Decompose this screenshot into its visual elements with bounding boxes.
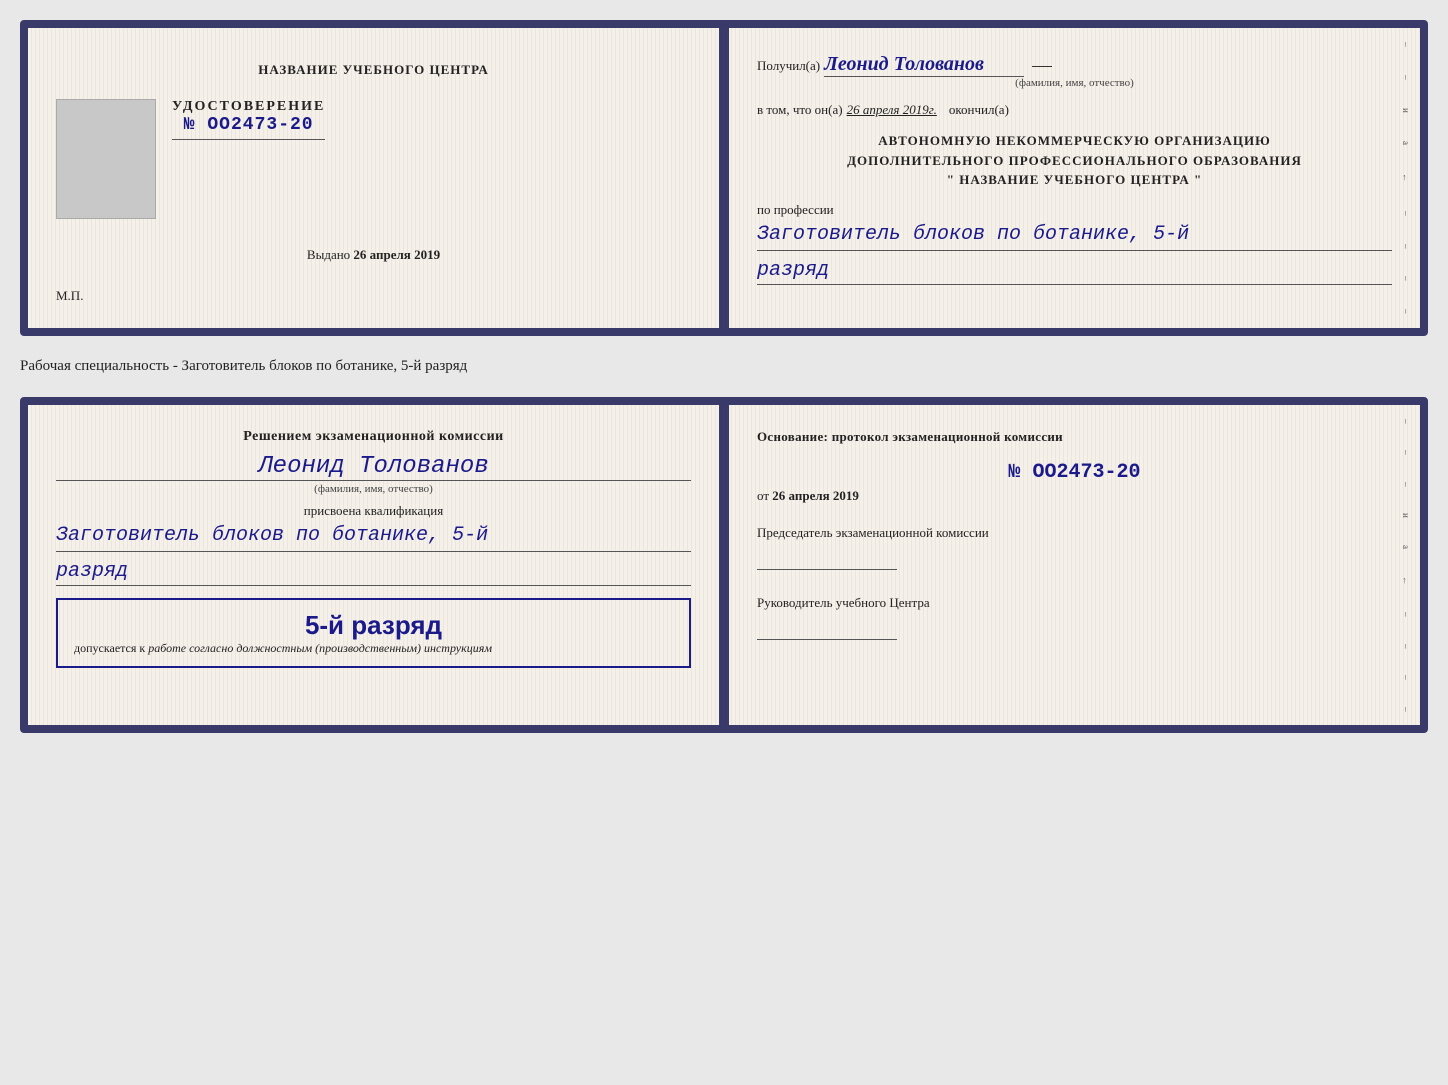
from-label: от [757,488,769,503]
org-line3: " НАЗВАНИЕ УЧЕБНОГО ЦЕНТРА " [757,170,1392,190]
cert-label: УДОСТОВЕРЕНИЕ [172,99,325,115]
chairman-block: Председатель экзаменационной комиссии [757,524,1392,570]
lower-side-mark-2: – [1401,450,1411,455]
upper-document: НАЗВАНИЕ УЧЕБНОГО ЦЕНТРА УДОСТОВЕРЕНИЕ №… [20,20,1428,336]
lower-doc-left: Решением экзаменационной комиссии Леонид… [28,405,719,725]
allowed-text: допускается к [74,641,145,655]
certified-date: 26 апреля 2019г. [847,102,937,117]
rank-badge-box: 5-й разряд допускается к работе согласно… [56,598,691,668]
lower-rank-value: разряд [56,560,691,586]
upper-doc-left: НАЗВАНИЕ УЧЕБНОГО ЦЕНТРА УДОСТОВЕРЕНИЕ №… [28,28,719,328]
director-sig-line [757,620,897,640]
profession-label: по профессии [757,202,1392,218]
side-mark-8: – [1401,276,1411,281]
lower-side-mark-9: – [1401,675,1411,680]
decision-text: Решением экзаменационной комиссии [56,429,691,445]
lower-side-mark-5: а [1401,545,1411,549]
lower-doc-right: Основание: протокол экзаменационной коми… [729,405,1420,725]
lower-side-mark-3: – [1401,482,1411,487]
lower-protocol-number: № OO2473-20 [757,461,1392,484]
name-hint: (фамилия, имя, отчество) [757,77,1392,89]
assigned-text: присвоена квалификация [56,503,691,519]
basis-text: Основание: протокол экзаменационной коми… [757,429,1392,445]
lower-person-name: Леонид Толованов [56,453,691,481]
lower-side-mark-1: – [1401,419,1411,424]
upper-left-middle: УДОСТОВЕРЕНИЕ № OO2473-20 [56,99,691,219]
org-line2: ДОПОЛНИТЕЛЬНОГО ПРОФЕССИОНАЛЬНОГО ОБРАЗО… [757,151,1392,171]
lower-side-mark-7: – [1401,612,1411,617]
side-mark-6: – [1401,211,1411,216]
upper-rank-value: разряд [757,259,1392,285]
side-mark-3: и [1401,108,1411,113]
doc-divider [719,28,729,328]
cert-section: УДОСТОВЕРЕНИЕ № OO2473-20 [172,99,325,144]
issued-label: Выдано [307,247,350,262]
lower-side-mark-8: – [1401,644,1411,649]
upper-training-center-title: НАЗВАНИЕ УЧЕБНОГО ЦЕНТРА [258,62,489,78]
side-mark-5: ← [1401,173,1411,182]
side-mark-9: – [1401,309,1411,314]
rank-badge-text: 5-й разряд [74,610,673,641]
received-label: Получил(а) [757,58,820,73]
cert-number: № OO2473-20 [172,115,325,135]
side-marks: – – и а ← – – – – [1396,28,1416,328]
chairman-sig-line [757,550,897,570]
dash-decoration [1032,66,1052,67]
upper-doc-right: Получил(а) Леонид Толованов (фамилия, им… [729,28,1420,328]
recipient-row: Получил(а) Леонид Толованов (фамилия, им… [757,52,1392,89]
certified-text: в том, что он(а) [757,102,843,117]
recipient-name: Леонид Толованов [824,52,1024,77]
lower-side-mark-4: и [1401,513,1411,518]
side-mark-4: а [1401,141,1411,145]
profession-value: Заготовитель блоков по ботанике, 5-й [757,222,1392,251]
side-mark-2: – [1401,75,1411,80]
allowed-italic: работе согласно должностным (производств… [148,641,492,655]
lower-document: Решением экзаменационной комиссии Леонид… [20,397,1428,733]
side-mark-7: – [1401,244,1411,249]
lower-side-mark-10: – [1401,707,1411,712]
director-block: Руководитель учебного Центра [757,594,1392,640]
from-date-line: от 26 апреля 2019 [757,488,1392,504]
lower-name-hint: (фамилия, имя, отчество) [56,483,691,495]
allowed-line: допускается к работе согласно должностны… [74,641,673,656]
issued-date: 26 апреля 2019 [353,247,440,262]
chairman-label: Председатель экзаменационной комиссии [757,524,1392,542]
org-block: АВТОНОМНУЮ НЕКОММЕРЧЕСКУЮ ОРГАНИЗАЦИЮ ДО… [757,131,1392,190]
photo-placeholder [56,99,156,219]
side-mark-1: – [1401,42,1411,47]
lower-doc-divider [719,405,729,725]
specialty-label: Рабочая специальность - Заготовитель бло… [20,354,1428,379]
issued-line: Выдано 26 апреля 2019 [307,247,440,263]
lower-side-marks: – – – и а ← – – – – [1396,405,1416,725]
completed-label: окончил(а) [949,102,1009,117]
org-line1: АВТОНОМНУЮ НЕКОММЕРЧЕСКУЮ ОРГАНИЗАЦИЮ [757,131,1392,151]
lower-from-date: 26 апреля 2019 [772,488,859,503]
qualification-value: Заготовитель блоков по ботанике, 5-й [56,523,691,552]
certified-row: в том, что он(а) 26 апреля 2019г. окончи… [757,101,1392,119]
lower-side-mark-6: ← [1401,576,1411,585]
mp-label: М.П. [56,288,83,304]
director-label: Руководитель учебного Центра [757,594,1392,612]
page-wrapper: НАЗВАНИЕ УЧЕБНОГО ЦЕНТРА УДОСТОВЕРЕНИЕ №… [20,20,1428,733]
